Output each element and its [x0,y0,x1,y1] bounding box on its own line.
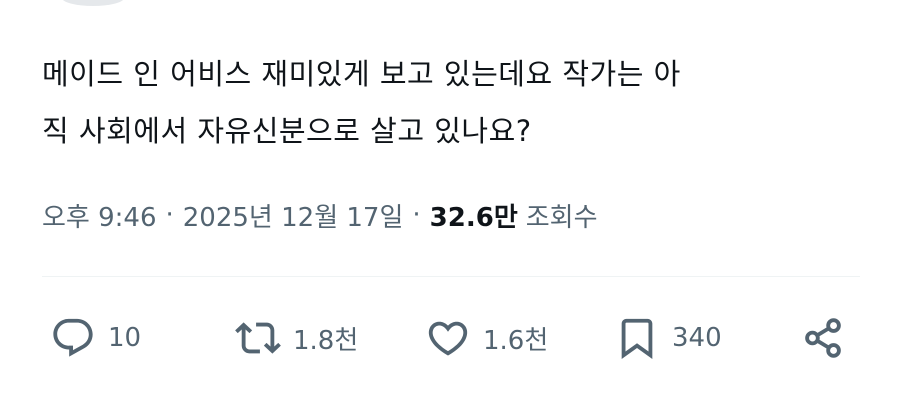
share-button[interactable] [800,310,846,366]
retweet-button[interactable]: 1.8천 [235,310,358,366]
tweet-time[interactable]: 오후 9:46 [42,197,157,234]
reply-icon [50,315,96,361]
separator-dot: · [165,200,174,230]
like-count: 1.6천 [483,325,549,356]
share-icon [800,315,846,361]
reply-button[interactable]: 10 [50,310,141,366]
tweet-text-line-2: 직 사회에서 자유신분으로 살고 있나요? [42,114,532,148]
bookmark-count: 340 [672,323,722,353]
views-label: 조회수 [525,202,598,233]
retweet-icon [235,315,281,361]
tweet-text: 메이드 인 어비스 재미있게 보고 있는데요 작가는 아 직 사회에서 자유신분… [42,46,862,160]
reply-count: 10 [108,323,142,353]
avatar[interactable] [62,0,124,6]
retweet-count: 1.8천 [293,325,359,356]
tweet-metadata: 오후 9:46 · 2025년 12월 17일 · 32.6만 조회수 [42,195,598,235]
bookmark-button[interactable]: 340 [614,310,722,366]
tweet-date[interactable]: 2025년 12월 17일 [183,197,404,234]
tweet-text-line-1: 메이드 인 어비스 재미있게 보고 있는데요 작가는 아 [42,57,681,91]
bookmark-icon [614,315,660,361]
divider [42,276,860,277]
like-button[interactable]: 1.6천 [425,310,548,366]
action-bar: 10 1.8천 1.6천 340 [0,310,900,366]
heart-icon [425,315,471,361]
views-count[interactable]: 32.6만 [430,197,518,234]
separator-dot: · [412,200,421,230]
